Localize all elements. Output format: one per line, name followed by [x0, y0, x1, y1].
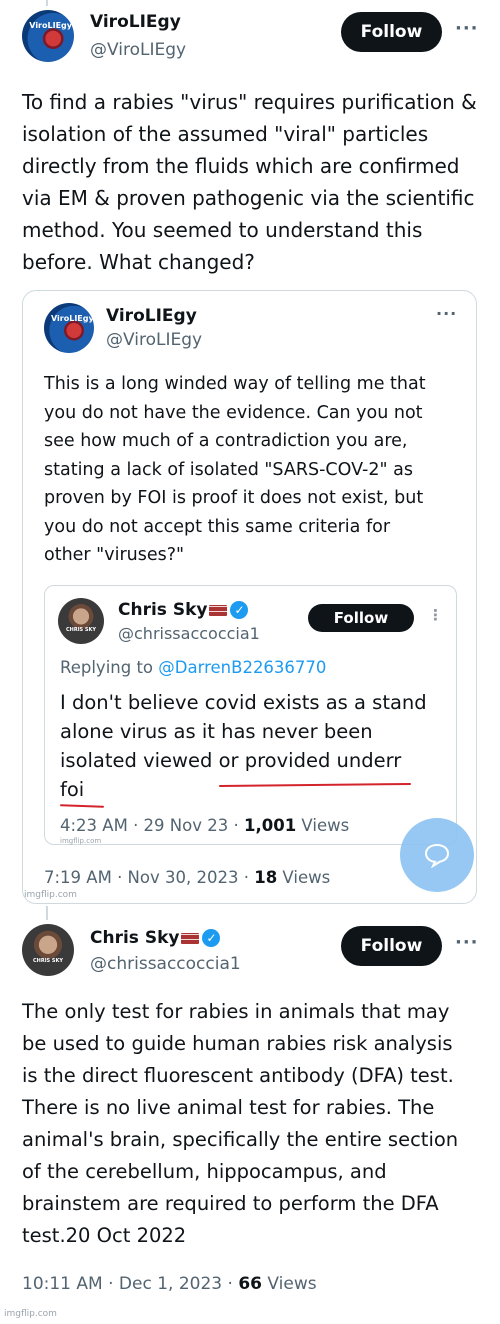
timestamp[interactable]: 4:23 AM · 29 Nov 23 · 1,001 Views: [60, 816, 349, 835]
chat-bubble-icon: [424, 843, 450, 868]
author-name[interactable]: ViroLIEgy: [106, 306, 197, 326]
tweet-text-line: alone virus as it has never been: [60, 720, 373, 743]
views-label: Views: [261, 1274, 317, 1294]
tweet-text-line: other "viruses?": [44, 545, 185, 565]
tweet-text-line: be used to guide human rabies risk analy…: [22, 1032, 453, 1055]
tweet-text-line: stating a lack of isolated "SARS-COV-2" …: [44, 459, 413, 480]
timestamp-text: 4:23 AM · 29 Nov 23 ·: [60, 816, 244, 835]
tweet-text-line: you do not have the evidence. Can you no…: [44, 402, 423, 423]
more-options-icon[interactable]: ···: [455, 18, 479, 39]
author-handle[interactable]: @ViroLIEgy: [90, 40, 186, 60]
views-label: Views: [277, 868, 331, 887]
tweet-text-line: proven by FOI is proof it does not exist…: [44, 488, 424, 508]
tweet-text-line: method. You seemed to understand this: [22, 218, 423, 242]
views-count: 66: [238, 1274, 262, 1294]
tweet-text-line: you do not accept this same criteria for: [44, 516, 391, 537]
verified-badge-icon: ✓: [230, 601, 249, 619]
tweet-text-line: directly from the fluids which are confi…: [22, 154, 460, 178]
quoted-tweet-text: This is a long winded way of telling me …: [44, 370, 426, 570]
follow-button[interactable]: Follow: [308, 604, 414, 632]
author-handle[interactable]: @chrissaccoccia1: [118, 624, 260, 643]
tweet-text-line: test.20 Oct 2022: [22, 1224, 187, 1247]
floating-chat-bubble[interactable]: [400, 818, 474, 892]
timestamp-text: 7:19 AM · Nov 30, 2023 ·: [44, 868, 255, 887]
brick-emoji-icon: [181, 932, 200, 944]
tweet-text-line: isolated viewed or provided underr: [60, 749, 402, 772]
avatar[interactable]: ViroLIEgy: [44, 303, 94, 353]
author-handle[interactable]: @ViroLIEgy: [106, 330, 202, 350]
views-count: 1,001: [243, 816, 297, 835]
timestamp-text: 10:11 AM · Dec 1, 2023 ·: [22, 1274, 239, 1294]
tweet-text-line: To find a rabies "virus" requires purifi…: [22, 90, 477, 114]
author-name-row[interactable]: Chris Sky ✓: [90, 928, 221, 948]
tweet-text: The only test for rabies in animals that…: [22, 996, 458, 1252]
tweet-text-line: animal's brain, specifically the entire …: [22, 1128, 459, 1151]
replying-prefix: Replying to: [60, 658, 159, 677]
tweet-text-line: is the direct fluorescent antibody (DFA)…: [22, 1064, 454, 1087]
author-handle[interactable]: @chrissaccoccia1: [90, 954, 241, 974]
avatar-label: CHRIS SKY: [65, 626, 96, 633]
thread-line: [46, 906, 48, 920]
views-count: 18: [254, 868, 278, 887]
author-name[interactable]: ViroLIEgy: [90, 12, 181, 32]
replying-to-link[interactable]: @DarrenB22636770: [158, 658, 326, 677]
tweet-text-line: This is a long winded way of telling me …: [44, 374, 426, 394]
author-name: Chris Sky: [90, 928, 180, 948]
avatar-label: CHRIS SKY: [32, 957, 63, 964]
thread-line: [46, 0, 48, 6]
tweet-text: To find a rabies "virus" requires purifi…: [22, 86, 477, 278]
avatar-label: ViroLIEgy: [51, 314, 94, 323]
tweet-text-line: The only test for rabies in animals that…: [22, 1000, 450, 1023]
watermark: imgflip.com: [4, 1309, 57, 1319]
watermark: imgflip.com: [24, 890, 77, 900]
brick-emoji-icon: [209, 604, 228, 616]
verified-badge-icon: ✓: [202, 929, 221, 947]
author-name-row[interactable]: Chris Sky ✓: [118, 600, 249, 620]
views-label: Views: [296, 816, 350, 835]
replying-to: Replying to @DarrenB22636770: [60, 656, 326, 680]
tweet-text-line: isolation of the assumed "viral" particl…: [22, 122, 429, 146]
follow-button[interactable]: Follow: [341, 926, 442, 966]
tweet-text-line: foi: [60, 778, 85, 801]
tweet-text-line: I don't believe covid exists as a stand: [60, 691, 427, 714]
tweet-text-line: of the cerebellum, hippocampus, and: [22, 1160, 387, 1183]
tweet-text-line: via EM & proven pathogenic via the scien…: [22, 186, 475, 210]
watermark: imgflip.com: [60, 837, 102, 845]
avatar[interactable]: ViroLIEgy: [22, 10, 74, 62]
tweet-text-line: before. What changed?: [22, 250, 255, 274]
tweet-text-line: brainstem are required to perform the DF…: [22, 1192, 439, 1215]
more-options-icon[interactable]: ···: [436, 304, 457, 323]
follow-button[interactable]: Follow: [341, 12, 442, 52]
more-options-icon[interactable]: ⋮: [428, 606, 444, 624]
tweet-text-line: see how much of a contradiction you are,: [44, 431, 408, 451]
timestamp[interactable]: 7:19 AM · Nov 30, 2023 · 18 Views: [44, 868, 330, 887]
avatar[interactable]: CHRIS SKY: [58, 598, 104, 644]
avatar[interactable]: CHRIS SKY: [22, 924, 74, 976]
more-options-icon[interactable]: ···: [455, 932, 479, 953]
timestamp[interactable]: 10:11 AM · Dec 1, 2023 · 66 Views: [22, 1274, 317, 1294]
author-name: Chris Sky: [118, 600, 208, 620]
avatar-label: ViroLIEgy: [29, 21, 72, 31]
tweet-text-line: There is no live animal test for rabies.…: [22, 1096, 435, 1119]
